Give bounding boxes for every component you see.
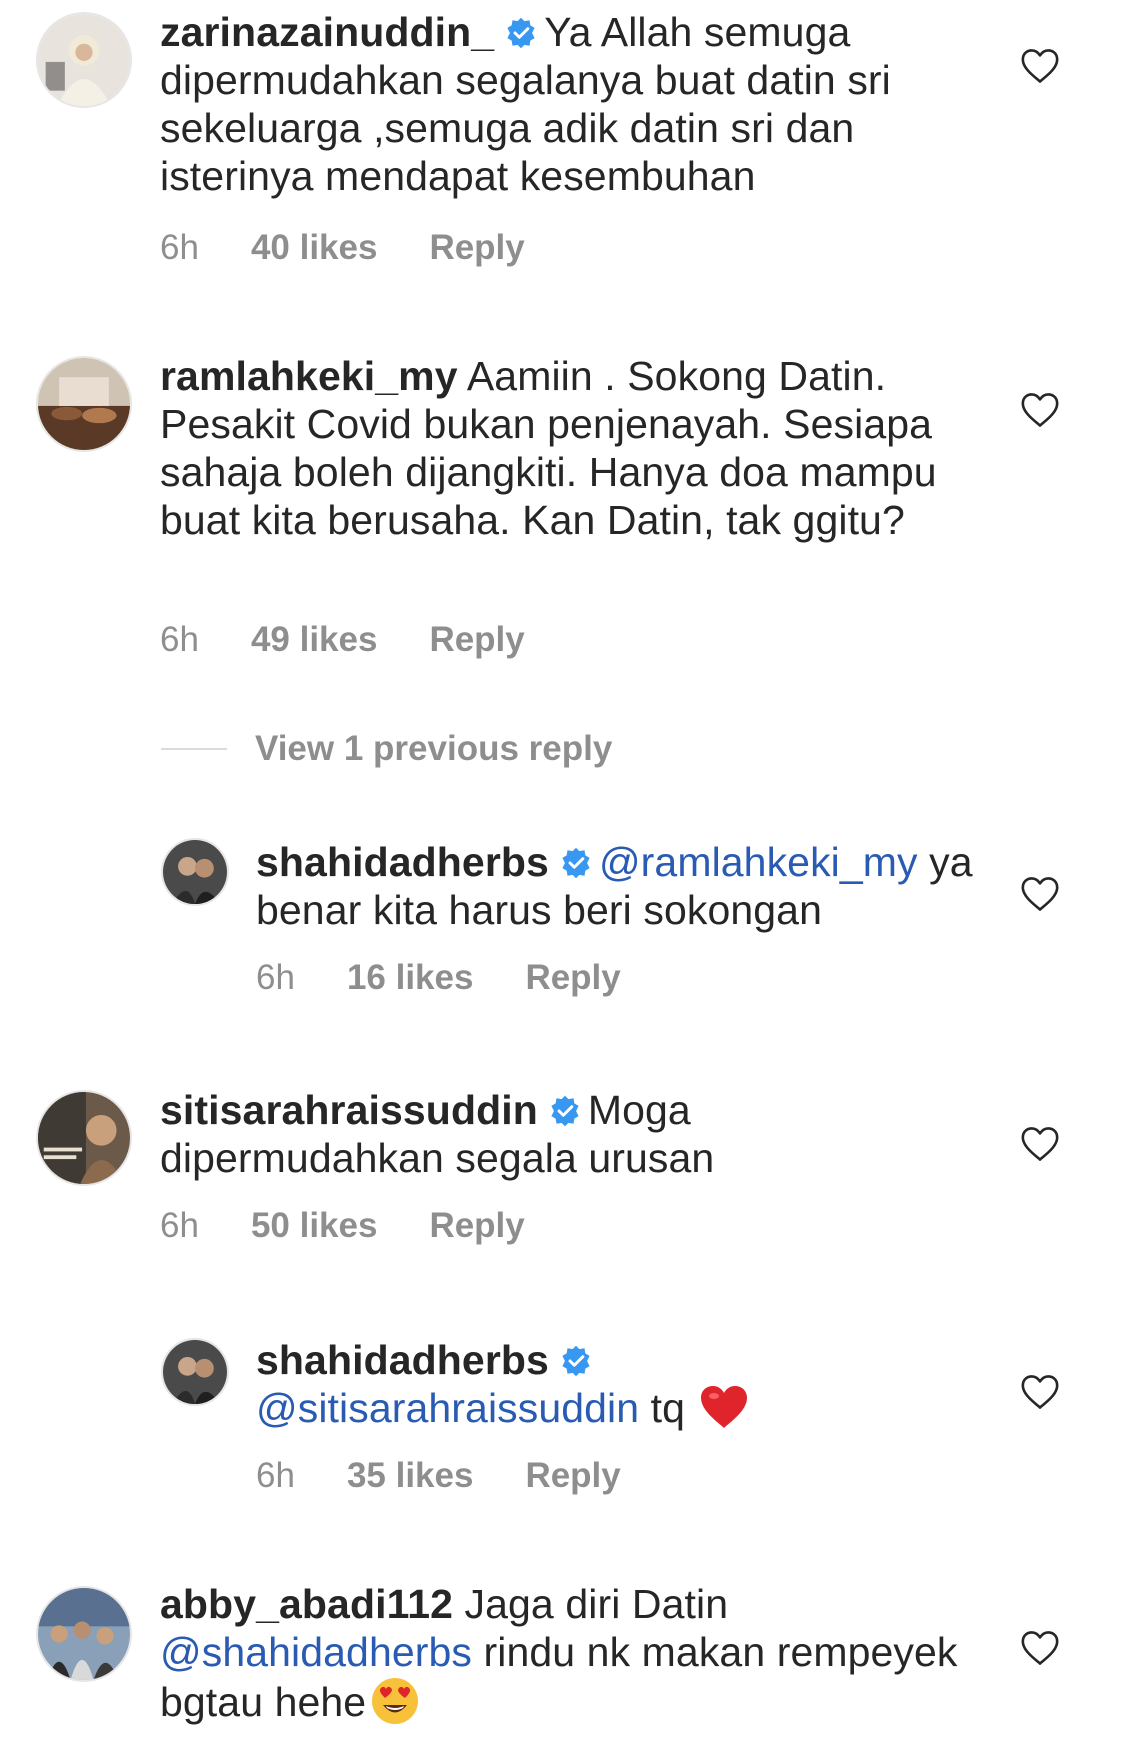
comment-meta: 6h 40 likes Reply — [160, 228, 525, 268]
comment-text: Jaga diri Datin — [464, 1581, 729, 1627]
avatar-image — [38, 358, 130, 450]
comment-meta: 6h 49 likes Reply — [160, 620, 525, 660]
reply-button[interactable]: Reply — [429, 228, 524, 268]
reply-meta: 6h 35 likes Reply — [256, 1456, 621, 1496]
reply-text: tq — [650, 1385, 686, 1431]
verified-badge-icon — [504, 16, 538, 50]
reply-button[interactable]: Reply — [429, 1206, 524, 1246]
likes-count[interactable]: 35 likes — [347, 1456, 474, 1496]
avatar[interactable] — [36, 356, 132, 452]
heart-outline-icon[interactable] — [1020, 876, 1060, 912]
timestamp: 6h — [160, 228, 199, 267]
avatar[interactable] — [161, 838, 229, 906]
comment-body: sitisarahraissuddin Moga dipermudahkan se… — [160, 1086, 960, 1182]
verified-badge-icon — [548, 1094, 582, 1128]
reply-button[interactable]: Reply — [525, 958, 620, 998]
likes-count[interactable]: 50 likes — [251, 1206, 378, 1246]
heart-outline-icon[interactable] — [1020, 1374, 1060, 1410]
avatar[interactable] — [36, 12, 132, 108]
heart-eyes-face-icon — [370, 1676, 420, 1726]
likes-count[interactable]: 49 likes — [251, 620, 378, 660]
heart-outline-icon[interactable] — [1020, 392, 1060, 428]
mention-link[interactable]: @shahidadherbs — [160, 1629, 472, 1675]
verified-badge-icon — [559, 846, 593, 880]
username[interactable]: zarinazainuddin_ — [160, 9, 494, 55]
heart-outline-icon[interactable] — [1020, 1630, 1060, 1666]
divider — [161, 748, 227, 750]
avatar-image — [38, 1588, 130, 1680]
mention-link[interactable]: @sitisarahraissuddin — [256, 1385, 639, 1431]
username[interactable]: abby_abadi112 — [160, 1581, 453, 1627]
username[interactable]: ramlahkeki_my — [160, 353, 458, 399]
comment-meta: 6h 50 likes Reply — [160, 1206, 525, 1246]
heart-outline-icon[interactable] — [1020, 1126, 1060, 1162]
avatar[interactable] — [36, 1090, 132, 1186]
likes-count[interactable]: 16 likes — [347, 958, 474, 998]
mention-link[interactable]: @ramlahkeki_my — [599, 839, 918, 885]
avatar-image — [38, 14, 130, 106]
view-replies-label[interactable]: View 1 previous reply — [255, 729, 612, 769]
avatar-image — [163, 1340, 227, 1404]
verified-badge-icon — [559, 1344, 593, 1378]
timestamp: 6h — [256, 958, 295, 997]
avatar[interactable] — [36, 1586, 132, 1682]
reply-body: shahidadherbs @sitisarahraissuddin tq — [256, 1336, 976, 1432]
timestamp: 6h — [160, 620, 199, 659]
comment-body: ramlahkeki_my Aamiin . Sokong Datin. Pes… — [160, 352, 960, 544]
timestamp: 6h — [256, 1456, 295, 1495]
view-previous-replies[interactable]: View 1 previous reply — [161, 729, 612, 769]
reply-body: shahidadherbs @ramlahkeki_my ya benar kit… — [256, 838, 976, 934]
likes-count[interactable]: 40 likes — [251, 228, 378, 268]
timestamp: 6h — [160, 1206, 199, 1245]
red-heart-emoji-icon — [699, 1384, 749, 1430]
username[interactable]: shahidadherbs — [256, 839, 549, 885]
username[interactable]: sitisarahraissuddin — [160, 1087, 538, 1133]
reply-button[interactable]: Reply — [429, 620, 524, 660]
avatar[interactable] — [161, 1338, 229, 1406]
comment-body: zarinazainuddin_ Ya Allah semuga dipermud… — [160, 8, 960, 200]
comment-body: abby_abadi112 Jaga diri Datin @shahidadhe… — [160, 1580, 960, 1726]
reply-meta: 6h 16 likes Reply — [256, 958, 621, 998]
reply-button[interactable]: Reply — [525, 1456, 620, 1496]
username[interactable]: shahidadherbs — [256, 1337, 549, 1383]
avatar-image — [38, 1092, 130, 1184]
avatar-image — [163, 840, 227, 904]
heart-outline-icon[interactable] — [1020, 48, 1060, 84]
